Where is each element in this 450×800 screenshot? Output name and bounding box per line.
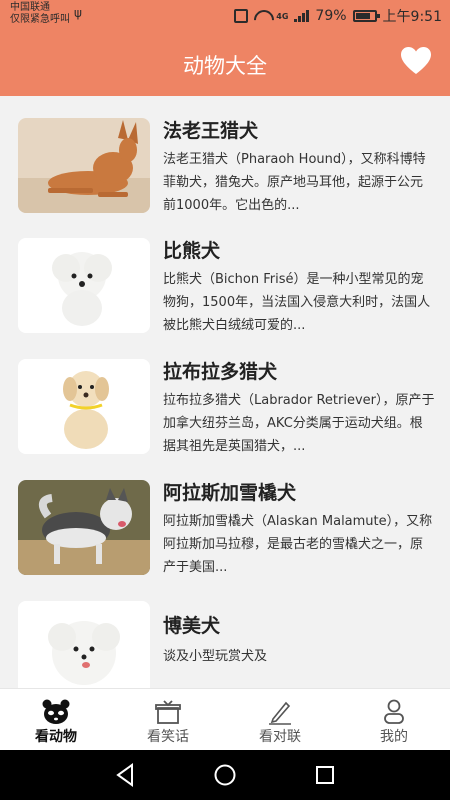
tab-couplets[interactable]: 看对联: [224, 689, 336, 751]
signal-icon: [294, 10, 310, 22]
animal-name: 法老王猎犬: [163, 120, 259, 142]
animal-description: 谈及小型玩赏犬及: [163, 649, 268, 664]
usb-icon: ψ: [74, 6, 82, 20]
carrier-info: 中国联通 仅限紧急呼叫: [10, 2, 70, 26]
animal-name: 博美犬: [163, 615, 221, 637]
animal-name: 阿拉斯加雪橇犬: [163, 482, 297, 504]
list-item[interactable]: 阿拉斯加雪橇犬 阿拉斯加雪橇犬（Alaskan Malamute），又称阿拉斯加…: [0, 458, 450, 578]
person-icon: [384, 699, 404, 724]
animal-description: 比熊犬（Bichon Frisé）是一种小型常见的宠物狗，1500年，当法国入侵…: [163, 272, 431, 333]
recents-icon[interactable]: [314, 763, 336, 787]
tab-label: 看对联: [259, 729, 301, 745]
status-indicators: 4G 79% 上午9:51: [234, 6, 442, 26]
list-item[interactable]: 博美犬 谈及小型玩赏犬及: [0, 579, 450, 688]
animal-name: 比熊犬: [163, 240, 221, 262]
tab-animals[interactable]: 看动物: [0, 689, 112, 751]
status-bar: 中国联通 仅限紧急呼叫 ψ 4G 79% 上午9:51: [0, 0, 450, 32]
page-title: 动物大全: [183, 54, 267, 78]
carrier-name: 中国联通: [10, 2, 50, 13]
carrier-status: 仅限紧急呼叫: [10, 14, 70, 25]
tab-label: 我的: [380, 729, 408, 745]
battery-percent: 79%: [315, 8, 347, 24]
system-nav-bar: [0, 750, 450, 800]
back-icon[interactable]: [114, 763, 136, 787]
vibrate-icon: [234, 9, 249, 23]
wifi-icon: [254, 10, 270, 22]
tab-jokes[interactable]: 看笑话: [112, 689, 224, 751]
animal-description: 阿拉斯加雪橇犬（Alaskan Malamute），又称阿拉斯加马拉穆，是最古老…: [163, 514, 433, 575]
clock: 上午9:51: [382, 9, 442, 25]
animal-thumbnail: [18, 118, 150, 213]
animal-thumbnail: [18, 238, 150, 333]
tab-bar: 看动物 看笑话 看对联 我的: [0, 688, 450, 750]
heart-icon[interactable]: [400, 46, 432, 76]
tab-label: 看动物: [35, 729, 77, 745]
panda-icon: [42, 699, 70, 724]
animal-thumbnail: [18, 480, 150, 575]
list-item[interactable]: 法老王猎犬 法老王猎犬（Pharaoh Hound），又称科博特菲勒犬，猎兔犬。…: [0, 96, 450, 216]
list-item[interactable]: 比熊犬 比熊犬（Bichon Frisé）是一种小型常见的宠物狗，1500年，当…: [0, 216, 450, 336]
network-type: 4G: [276, 11, 289, 21]
tab-profile[interactable]: 我的: [338, 689, 450, 751]
animal-description: 拉布拉多猎犬（Labrador Retriever），原产于加拿大纽芬兰岛，AK…: [163, 393, 435, 454]
home-icon[interactable]: [213, 763, 237, 787]
animal-list[interactable]: 法老王猎犬 法老王猎犬（Pharaoh Hound），又称科博特菲勒犬，猎兔犬。…: [0, 96, 450, 688]
animal-name: 拉布拉多猎犬: [163, 361, 278, 383]
battery-icon: [352, 10, 380, 22]
gift-icon: [155, 700, 181, 724]
animal-thumbnail: [18, 359, 150, 454]
animal-description: 法老王猎犬（Pharaoh Hound），又称科博特菲勒犬，猎兔犬。原产地马耳他…: [163, 152, 426, 213]
animal-thumbnail: [18, 601, 150, 688]
list-item[interactable]: 拉布拉多猎犬 拉布拉多猎犬（Labrador Retriever），原产于加拿大…: [0, 337, 450, 457]
app-header: 动物大全: [0, 32, 450, 96]
pen-icon: [269, 701, 291, 725]
tab-label: 看笑话: [147, 729, 189, 745]
